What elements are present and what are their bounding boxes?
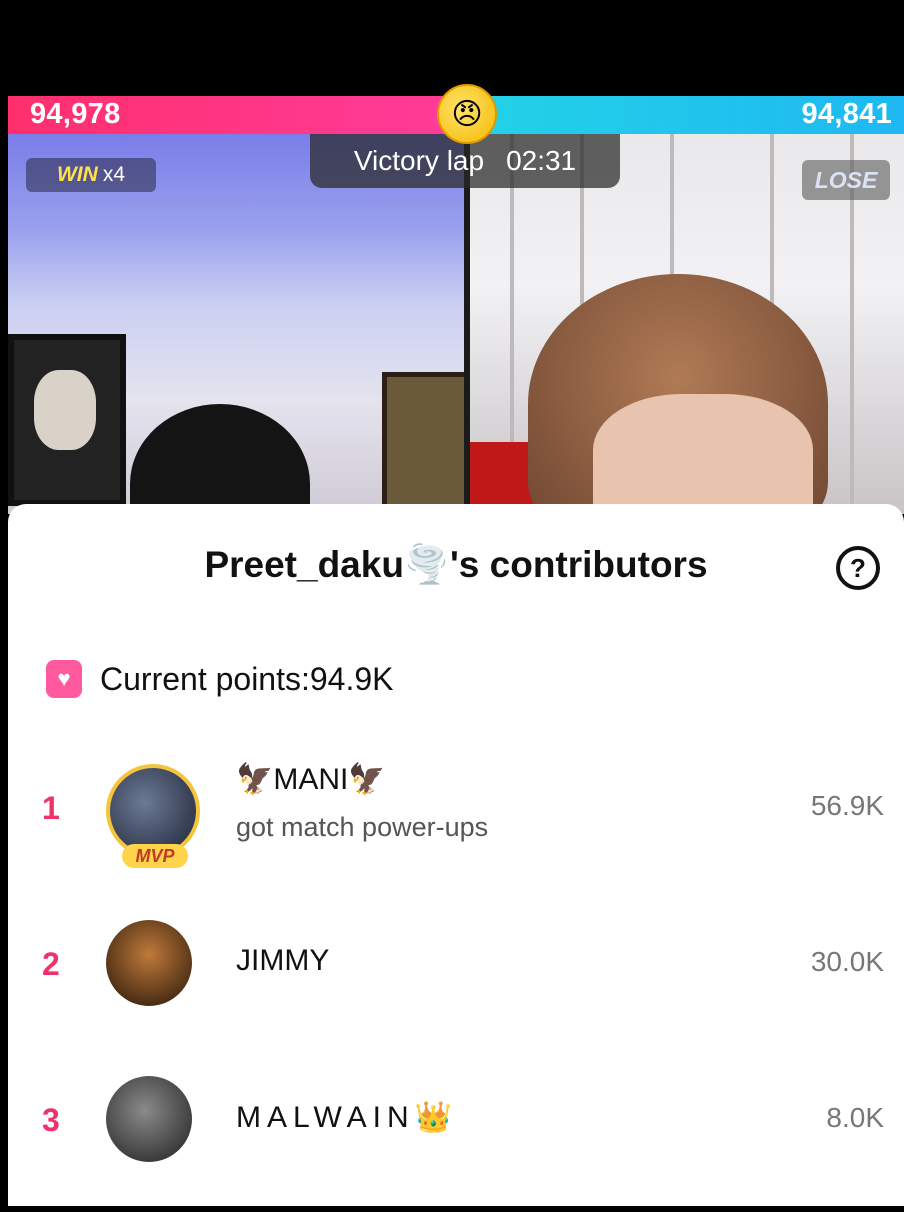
wall-frame (382, 372, 470, 512)
angry-face-icon: 😠 (437, 84, 497, 144)
win-streak-badge: WIN x4 (26, 158, 156, 192)
victory-timer: 02:31 (506, 145, 577, 176)
rank-number: 2 (42, 946, 60, 982)
gift-icon: ♥ (46, 660, 82, 698)
win-label: WIN (56, 163, 98, 186)
contributor-name: MALWAIN👑 (236, 1101, 459, 1134)
contributor-row[interactable]: 1 MVP 🦅MANI🦅 got match power-ups 56.9K (8, 744, 904, 900)
contributor-points: 30.0K (810, 946, 884, 977)
rank-number: 3 (42, 1102, 60, 1138)
avatar[interactable]: MVP (106, 764, 200, 868)
contributors-sheet: Preet_daku🌪️'s contributors ? ♥ Current … (8, 504, 904, 1206)
contributor-points: 56.9K (810, 790, 884, 821)
mvp-badge: MVP (122, 844, 188, 868)
current-points-row: ♥ Current points:94.9K (46, 660, 394, 698)
contributor-name: 🦅MANI🦅 (236, 763, 386, 796)
right-score: 94,841 (801, 98, 892, 130)
contributor-row[interactable]: 3 MALWAIN👑 8.0K (8, 1056, 904, 1212)
contributor-list: 1 MVP 🦅MANI🦅 got match power-ups 56.9K 2… (8, 744, 904, 1212)
win-multiplier: x4 (102, 163, 125, 186)
contributor-subtitle: got match power-ups (236, 812, 489, 842)
wall-portrait (8, 334, 126, 506)
contributor-name: JIMMY (236, 944, 330, 977)
victory-label: Victory lap (353, 145, 485, 176)
right-host-face (593, 394, 813, 514)
lose-badge: LOSE (802, 160, 890, 200)
avatar[interactable] (106, 920, 192, 1006)
question-circle-icon[interactable]: ? (836, 546, 880, 590)
left-host-head (130, 404, 310, 514)
rank-number: 1 (42, 790, 60, 826)
left-score: 94,978 (30, 98, 121, 130)
contributor-row[interactable]: 2 JIMMY 30.0K (8, 900, 904, 1056)
avatar[interactable] (106, 1076, 192, 1162)
contributor-points: 8.0K (826, 1102, 884, 1133)
sheet-title: Preet_daku🌪️'s contributors (204, 544, 708, 585)
current-points: Current points:94.9K (100, 660, 394, 697)
